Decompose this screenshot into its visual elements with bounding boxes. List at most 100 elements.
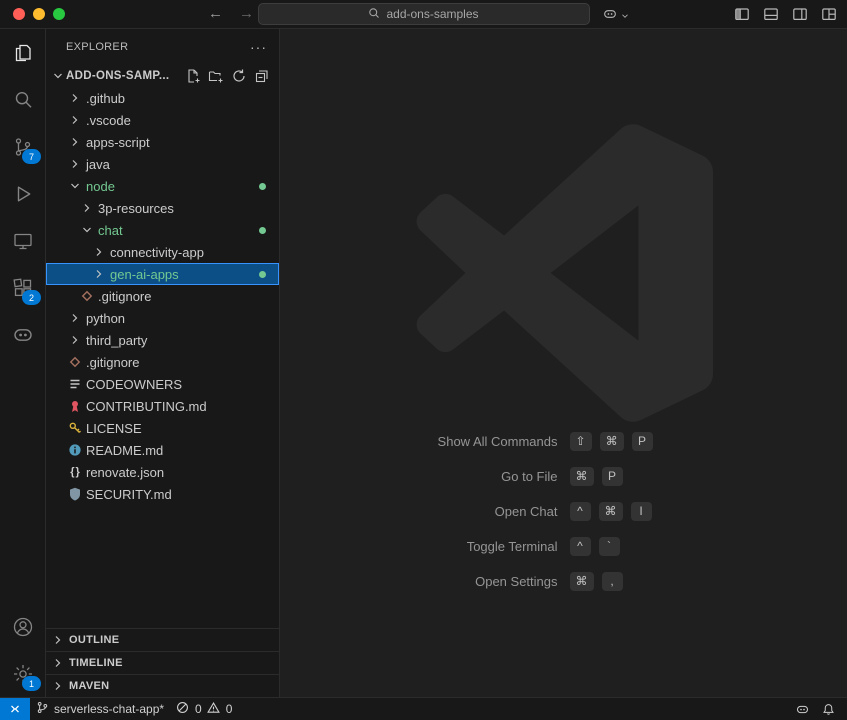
problems-status[interactable]: 0 0 [170, 698, 238, 720]
activity-bar: 7 2 1 [0, 29, 46, 697]
search-value: add-ons-samples [386, 7, 478, 21]
shortcut-label: Open Chat [326, 504, 558, 519]
new-file-icon[interactable] [185, 68, 201, 84]
minimize-button[interactable] [33, 8, 45, 20]
section-timeline[interactable]: TIMELINE [46, 651, 279, 674]
git-branch-status[interactable]: serverless-chat-app* [30, 698, 170, 720]
customize-layout-icon[interactable] [821, 6, 837, 22]
tree-item-connectivity-app[interactable]: connectivity-app [46, 241, 279, 263]
file-tree: .github .vscode apps-script java node3p-reso… [46, 87, 279, 628]
tree-item-label: CONTRIBUTING.md [86, 399, 207, 414]
tree-item-renovate-json[interactable]: { }renovate.json [46, 461, 279, 483]
notifications-bell-button[interactable] [816, 698, 841, 720]
sidebar-title: EXPLORER [66, 41, 128, 53]
tree-item-readme-md[interactable]: README.md [46, 439, 279, 461]
chevron-right-icon [50, 655, 66, 671]
status-bar-right [789, 698, 847, 720]
keycap: , [602, 572, 623, 591]
modified-dot-badge [259, 227, 266, 234]
tree-item-gen-ai-apps[interactable]: gen-ai-apps [46, 263, 279, 285]
zoom-button[interactable] [53, 8, 65, 20]
forward-icon[interactable]: → [239, 4, 254, 24]
tree-root-folder[interactable]: ADD-ONS-SAMP... [46, 65, 279, 87]
chevron-right-icon [67, 310, 83, 326]
copilot-status-button[interactable] [789, 698, 816, 720]
history-nav: ← → [208, 4, 254, 24]
editor-area: Show All Commands⇧⌘PGo to File⌘POpen Cha… [280, 29, 847, 697]
tree-item--vscode[interactable]: .vscode [46, 109, 279, 131]
tree-item-apps-script[interactable]: apps-script [46, 131, 279, 153]
activity-copilot-chat-button[interactable] [0, 311, 45, 358]
vscode-window: ← → add-ons-samples [0, 0, 847, 720]
back-icon[interactable]: ← [208, 4, 223, 24]
tree-item-license[interactable]: LICENSE [46, 417, 279, 439]
refresh-icon[interactable] [231, 68, 247, 84]
warnings-icon [207, 701, 220, 717]
tree-item-label: .vscode [86, 113, 131, 128]
tree-item-chat[interactable]: chat [46, 219, 279, 241]
toggle-secondary-sidebar-icon[interactable] [792, 6, 808, 22]
chevron-down-icon [50, 68, 66, 84]
shortcut-label: Open Settings [326, 574, 558, 589]
branch-icon [36, 701, 49, 717]
search-icon [368, 7, 380, 22]
modified-dot-badge [259, 271, 266, 278]
chevron-right-icon [50, 678, 66, 694]
modified-dot-badge [259, 183, 266, 190]
branch-name: serverless-chat-app* [54, 702, 164, 716]
section-outline[interactable]: OUTLINE [46, 628, 279, 651]
activity-search-button[interactable] [0, 76, 45, 123]
shortcut-hint-row: Open Chat^⌘I [326, 500, 802, 522]
tree-item-codeowners[interactable]: CODEOWNERS [46, 373, 279, 395]
tree-item--gitignore[interactable]: .gitignore [46, 351, 279, 373]
command-center-search[interactable]: add-ons-samples [258, 3, 590, 25]
activity-remote-explorer-button[interactable] [0, 217, 45, 264]
tree-item-label: renovate.json [86, 465, 164, 480]
tree-item-python[interactable]: python [46, 307, 279, 329]
shortcut-keys: ⌘, [570, 572, 802, 591]
chevron-down-icon [79, 222, 95, 238]
tree-item-contributing-md[interactable]: CONTRIBUTING.md [46, 395, 279, 417]
tree-item-3p-resources[interactable]: 3p-resources [46, 197, 279, 219]
section-maven[interactable]: MAVEN [46, 674, 279, 697]
tree-item--github[interactable]: .github [46, 87, 279, 109]
tree-item--gitignore[interactable]: .gitignore [46, 285, 279, 307]
sidebar-sections: OUTLINETIMELINEMAVEN [46, 628, 279, 697]
new-folder-icon[interactable] [208, 68, 224, 84]
tree-item-third-party[interactable]: third_party [46, 329, 279, 351]
source-control-badge: 7 [22, 149, 41, 164]
activity-explorer-button[interactable] [0, 29, 45, 76]
shortcut-label: Show All Commands [326, 434, 558, 449]
tree-item-label: connectivity-app [110, 245, 204, 260]
shortcut-keys: ⇧⌘P [570, 432, 802, 451]
vscode-logo-watermark [415, 124, 713, 427]
chevron-right-icon [91, 244, 107, 260]
activity-settings-button[interactable]: 1 [0, 650, 45, 697]
activity-run-and-debug-button[interactable] [0, 170, 45, 217]
tree-item-node[interactable]: node [46, 175, 279, 197]
remote-indicator-button[interactable] [0, 698, 30, 720]
activity-source-control-button[interactable]: 7 [0, 123, 45, 170]
toggle-primary-sidebar-icon[interactable] [734, 6, 750, 22]
settings-badge: 1 [22, 676, 41, 691]
info-file-icon [67, 442, 83, 458]
root-folder-label: ADD-ONS-SAMP... [66, 70, 169, 82]
tree-item-java[interactable]: java [46, 153, 279, 175]
activity-bar-bottom: 1 [0, 603, 45, 697]
braces-file-icon: { } [67, 464, 83, 480]
collapse-all-icon[interactable] [254, 68, 270, 84]
tree-item-label: java [86, 157, 110, 172]
tree-item-label: .gitignore [86, 355, 139, 370]
shortcut-keys: ⌘P [570, 467, 802, 486]
keycap: ⇧ [570, 432, 592, 451]
toggle-panel-icon[interactable] [763, 6, 779, 22]
activity-extensions-button[interactable]: 2 [0, 264, 45, 311]
close-button[interactable] [13, 8, 25, 20]
activity-accounts-button[interactable] [0, 603, 45, 650]
copilot-menu-button[interactable] [602, 6, 630, 27]
keycap: ^ [570, 502, 591, 521]
more-actions-icon[interactable]: ··· [250, 39, 267, 55]
shield-file-icon [67, 486, 83, 502]
ribbon-file-icon [67, 398, 83, 414]
tree-item-security-md[interactable]: SECURITY.md [46, 483, 279, 505]
